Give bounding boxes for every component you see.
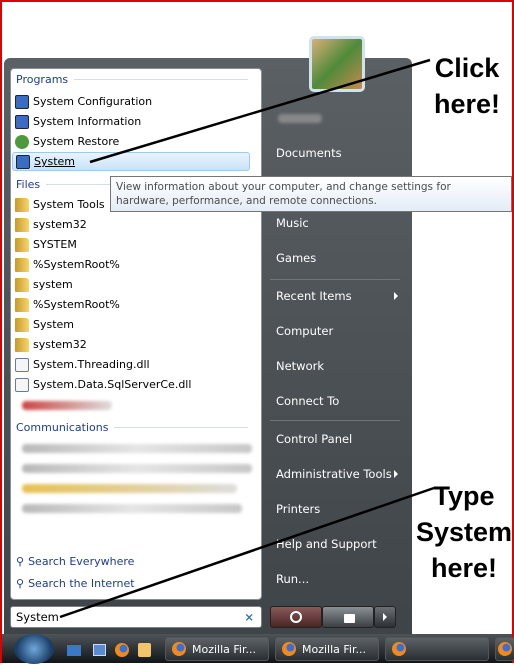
arrow-line [59,486,435,619]
annotation-arrows [59,58,435,619]
arrow-line [89,58,431,164]
